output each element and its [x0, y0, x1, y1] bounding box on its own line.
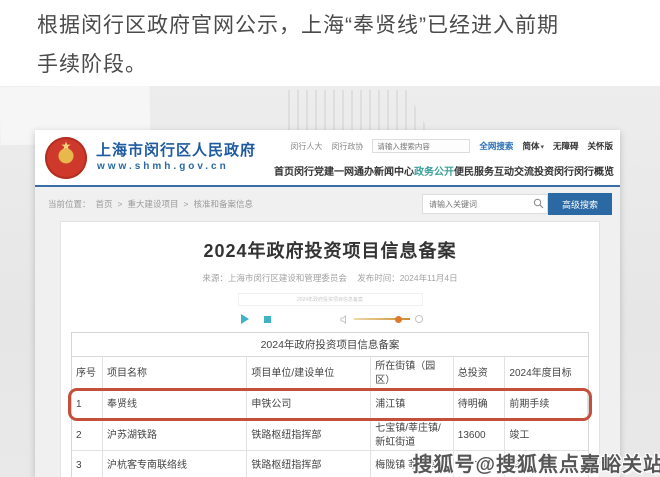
advanced-search-button[interactable]: 高级搜索 — [548, 193, 612, 215]
nav-news[interactable]: 新闻中心 — [374, 163, 414, 178]
speaker-icon — [340, 315, 349, 324]
stop-icon[interactable] — [264, 316, 271, 323]
breadcrumb-prefix: 当前位置： — [48, 198, 91, 210]
gov-site-screenshot: ★ 上海市闵行区人民政府 www.shmh.gov.cn 闵行人大 闵行政协 全… — [35, 130, 620, 477]
keyword-search-wrap — [422, 194, 548, 214]
nav-interaction[interactable]: 互动交流 — [494, 163, 534, 178]
site-url[interactable]: www.shmh.gov.cn — [97, 161, 229, 172]
table-row-fengxian-line: 1 奉贤线 申铁公司 浦江镇 待明确 前期手续 — [72, 391, 588, 419]
nav-gov-affairs[interactable]: 政务公开 — [414, 163, 454, 178]
cell-town: 浦江镇 — [371, 391, 454, 418]
col-header-index: 序号 — [72, 357, 103, 390]
cell-project-name: 沪苏湖铁路 — [103, 419, 247, 452]
page-title: 2024年政府投资项目信息备案 — [61, 237, 599, 263]
nav-invest[interactable]: 投资闵行 — [534, 163, 574, 178]
cell-unit: 铁路枢纽指挥部 — [247, 451, 371, 477]
audio-controls — [238, 311, 423, 327]
site-search-button[interactable]: 全网搜索 — [479, 140, 513, 152]
col-header-unit: 项目单位/建设单位 — [247, 357, 371, 390]
cell-unit: 铁路枢纽指挥部 — [247, 419, 371, 452]
site-search-input[interactable] — [372, 139, 470, 153]
headline-line-2: 手续阶段。 — [37, 45, 637, 84]
article-meta: 来源：上海市闵行区建设和管理委员会 发布时间：2024年11月4日 — [61, 272, 599, 284]
cell-index: 1 — [72, 391, 103, 418]
main-nav: 首页 闵行党建 一网通办 新闻中心 政务公开 便民服务 互动交流 投资闵行 闵行… — [274, 163, 614, 178]
nav-home[interactable]: 首页 — [274, 163, 294, 178]
cell-unit: 申铁公司 — [247, 391, 371, 418]
language-toggle[interactable]: 简体▾ — [522, 140, 544, 152]
site-header: ★ 上海市闵行区人民政府 www.shmh.gov.cn 闵行人大 闵行政协 全… — [35, 130, 620, 187]
search-icon — [533, 198, 544, 209]
keyword-search-input[interactable] — [422, 194, 548, 214]
cell-investment: 待明确 — [454, 391, 506, 418]
table-row-husuhu-railway: 2 沪苏湖铁路 铁路枢纽指挥部 七宝镇/莘庄镇/新虹街道 13600 竣工 — [72, 419, 588, 451]
volume-slider[interactable] — [354, 318, 410, 320]
table-caption: 2024年政府投资项目信息备案 — [72, 333, 588, 357]
play-icon[interactable] — [241, 314, 249, 324]
site-body: 当前位置： 首页 > 重大建设项目 > 核准和备案信息 — [35, 187, 620, 477]
article-headline: 根据闵行区政府官网公示，上海“奉贤线”已经进入前期 手续阶段。 — [37, 6, 637, 84]
accessibility-link[interactable]: 无障碍 — [553, 140, 579, 152]
nav-one-stop[interactable]: 一网通办 — [334, 163, 374, 178]
screenshot-root: 根据闵行区政府官网公示，上海“奉贤线”已经进入前期 手续阶段。 ★ 上海市闵行区… — [0, 0, 660, 477]
breadcrumb-major-projects[interactable]: 重大建设项目 — [128, 198, 179, 210]
cell-goal: 前期手续 — [505, 391, 588, 418]
sohu-watermark: 搜狐号@搜狐焦点嘉峪关站 — [412, 448, 660, 477]
col-header-goal: 2024年度目标 — [505, 357, 588, 390]
care-mode-link[interactable]: 关怀版 — [587, 140, 613, 152]
article-source: 来源：上海市闵行区建设和管理委员会 — [202, 273, 347, 283]
headline-line-1: 根据闵行区政府官网公示，上海“奉贤线”已经进入前期 — [37, 6, 637, 45]
cell-index: 2 — [72, 419, 103, 452]
cell-project-name: 奉贤线 — [103, 391, 247, 418]
star-icon: ★ — [45, 140, 87, 152]
article-content-card: 2024年政府投资项目信息备案 来源：上海市闵行区建设和管理委员会 发布时间：2… — [60, 221, 600, 477]
audio-player: 2024年政府投资项目信息备案 — [238, 293, 423, 327]
breadcrumb-separator: > — [184, 199, 189, 209]
mute-toggle-icon[interactable] — [415, 315, 423, 323]
cell-index: 3 — [72, 451, 103, 477]
table-header-row: 序号 项目名称 项目单位/建设单位 所在街镇（园区） 总投资 2024年度目标 — [72, 357, 588, 391]
article-publish-date: 发布时间：2024年11月4日 — [357, 273, 457, 283]
link-renda[interactable]: 闵行人大 — [290, 141, 322, 152]
col-header-project-name: 项目名称 — [103, 357, 247, 390]
national-emblem-icon: ★ — [45, 137, 87, 179]
col-header-investment: 总投资 — [454, 357, 506, 390]
chevron-down-icon: ▾ — [540, 144, 544, 151]
breadcrumb: 当前位置： 首页 > 重大建设项目 > 核准和备案信息 — [48, 192, 612, 216]
link-zhengxie[interactable]: 闵行政协 — [331, 141, 363, 152]
col-header-town: 所在街镇（园区） — [371, 357, 454, 390]
nav-overview[interactable]: 闵行概览 — [574, 163, 614, 178]
breadcrumb-separator: > — [118, 199, 123, 209]
page-search-area: 高级搜索 — [422, 193, 612, 215]
nav-party[interactable]: 闵行党建 — [294, 163, 334, 178]
nav-services[interactable]: 便民服务 — [454, 163, 494, 178]
site-name: 上海市闵行区人民政府 — [96, 139, 256, 160]
breadcrumb-filing-info[interactable]: 核准和备案信息 — [193, 198, 253, 210]
breadcrumb-home[interactable]: 首页 — [96, 198, 113, 210]
cell-project-name: 沪杭客专南联络线 — [103, 451, 247, 477]
audio-caption: 2024年政府投资项目信息备案 — [238, 293, 423, 306]
screenshot-backdrop: ★ 上海市闵行区人民政府 www.shmh.gov.cn 闵行人大 闵行政协 全… — [0, 86, 660, 477]
header-utility-bar: 闵行人大 闵行政协 全网搜索 简体▾ 无障碍 关怀版 — [270, 138, 613, 154]
volume-knob[interactable] — [395, 316, 402, 323]
